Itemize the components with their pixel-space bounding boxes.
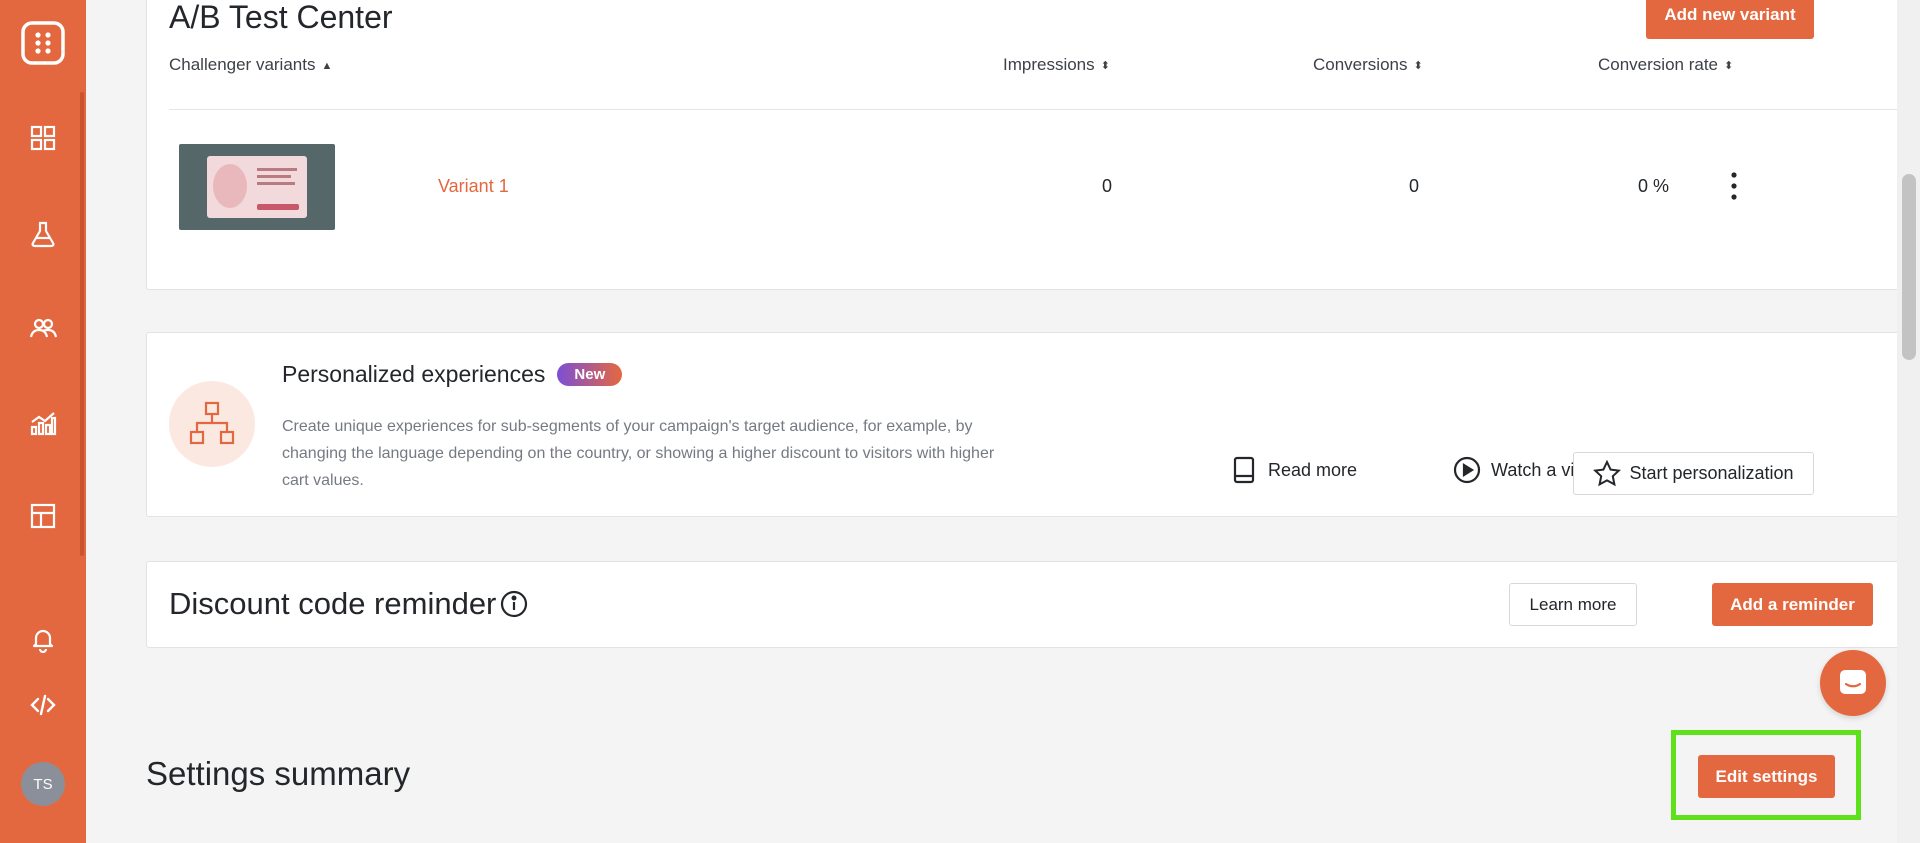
popup-preview xyxy=(207,156,307,218)
variant-name-link[interactable]: Variant 1 xyxy=(438,176,509,197)
ab-test-card: A/B Test Center Add new variant Challeng… xyxy=(146,0,1920,290)
discount-title: Discount code reminder xyxy=(169,586,497,621)
start-personalization-button[interactable]: Start personalization xyxy=(1573,452,1814,495)
settings-summary-title: Settings summary xyxy=(146,755,411,792)
personalized-card: Personalized experiences New Create uniq… xyxy=(146,332,1920,517)
face-image xyxy=(213,164,247,208)
read-more-link[interactable]: Read more xyxy=(1230,456,1357,484)
conversion-rate-value: 0 % xyxy=(1638,176,1670,196)
star-icon xyxy=(1593,459,1622,486)
code-icon[interactable] xyxy=(24,686,62,724)
main-content: A/B Test Center Add new variant Challeng… xyxy=(86,0,1920,843)
book-icon xyxy=(1233,456,1255,484)
add-new-variant-button[interactable]: Add new variant xyxy=(1646,0,1814,39)
sort-icon: ⬍ xyxy=(1413,59,1423,72)
chat-icon xyxy=(1840,670,1866,694)
preview-line xyxy=(257,168,297,171)
scrollbar-thumb[interactable] xyxy=(1902,174,1916,360)
preview-line xyxy=(257,175,291,178)
more-options-icon[interactable] xyxy=(1729,171,1739,201)
play-icon xyxy=(1453,456,1481,484)
analytics-icon[interactable] xyxy=(24,404,62,442)
preview-line xyxy=(257,182,295,185)
logo-icon[interactable] xyxy=(20,20,66,66)
discount-header: Discount code reminder xyxy=(169,586,528,622)
personalize-icon-circle xyxy=(169,381,255,467)
info-icon[interactable] xyxy=(500,590,528,618)
bell-icon[interactable] xyxy=(24,620,62,658)
sort-icon: ⬍ xyxy=(1100,59,1110,72)
sidebar: TS xyxy=(0,0,86,843)
avatar[interactable]: TS xyxy=(21,762,65,806)
variant-thumbnail[interactable] xyxy=(179,144,335,230)
personalized-title: Personalized experiences xyxy=(282,361,546,387)
sort-asc-icon: ▲ xyxy=(321,59,333,72)
column-header-variants[interactable]: Challenger variants ▲ xyxy=(169,55,332,75)
column-header-rate-label: Conversion rate xyxy=(1598,55,1719,74)
start-personalization-label: Start personalization xyxy=(1629,463,1794,483)
discount-card: Discount code reminder Learn more Add a … xyxy=(146,561,1920,648)
experiment-icon[interactable] xyxy=(24,215,62,253)
page-scrollbar[interactable] xyxy=(1897,0,1920,843)
hierarchy-icon xyxy=(189,401,235,445)
personalized-description: Create unique experiences for sub-segmen… xyxy=(282,418,995,489)
learn-more-button[interactable]: Learn more xyxy=(1509,583,1637,626)
new-badge: New xyxy=(557,363,623,386)
column-header-rate[interactable]: Conversion rate ⬍ xyxy=(1598,55,1733,75)
users-icon[interactable] xyxy=(24,309,62,347)
column-header-conversions[interactable]: Conversions ⬍ xyxy=(1313,55,1423,75)
column-header-impressions[interactable]: Impressions ⬍ xyxy=(1003,55,1110,75)
add-reminder-button[interactable]: Add a reminder xyxy=(1712,583,1873,626)
read-more-label: Read more xyxy=(1268,459,1358,480)
edit-settings-button[interactable]: Edit settings xyxy=(1698,755,1835,798)
impressions-value: 0 xyxy=(1102,176,1113,196)
ab-test-title: A/B Test Center xyxy=(169,0,393,35)
preview-button xyxy=(257,204,299,210)
layout-icon[interactable] xyxy=(24,497,62,535)
column-header-variants-label: Challenger variants xyxy=(169,55,316,74)
column-header-impressions-label: Impressions xyxy=(1003,55,1095,74)
conversions-value: 0 xyxy=(1409,176,1420,196)
sort-icon: ⬍ xyxy=(1724,59,1734,72)
personalized-header: Personalized experiences New xyxy=(282,361,623,388)
chat-launcher-button[interactable] xyxy=(1820,650,1886,716)
sidebar-scrollbar[interactable] xyxy=(80,92,84,556)
table-divider xyxy=(169,109,1899,110)
dashboard-icon[interactable] xyxy=(24,119,62,157)
column-header-conversions-label: Conversions xyxy=(1313,55,1408,74)
